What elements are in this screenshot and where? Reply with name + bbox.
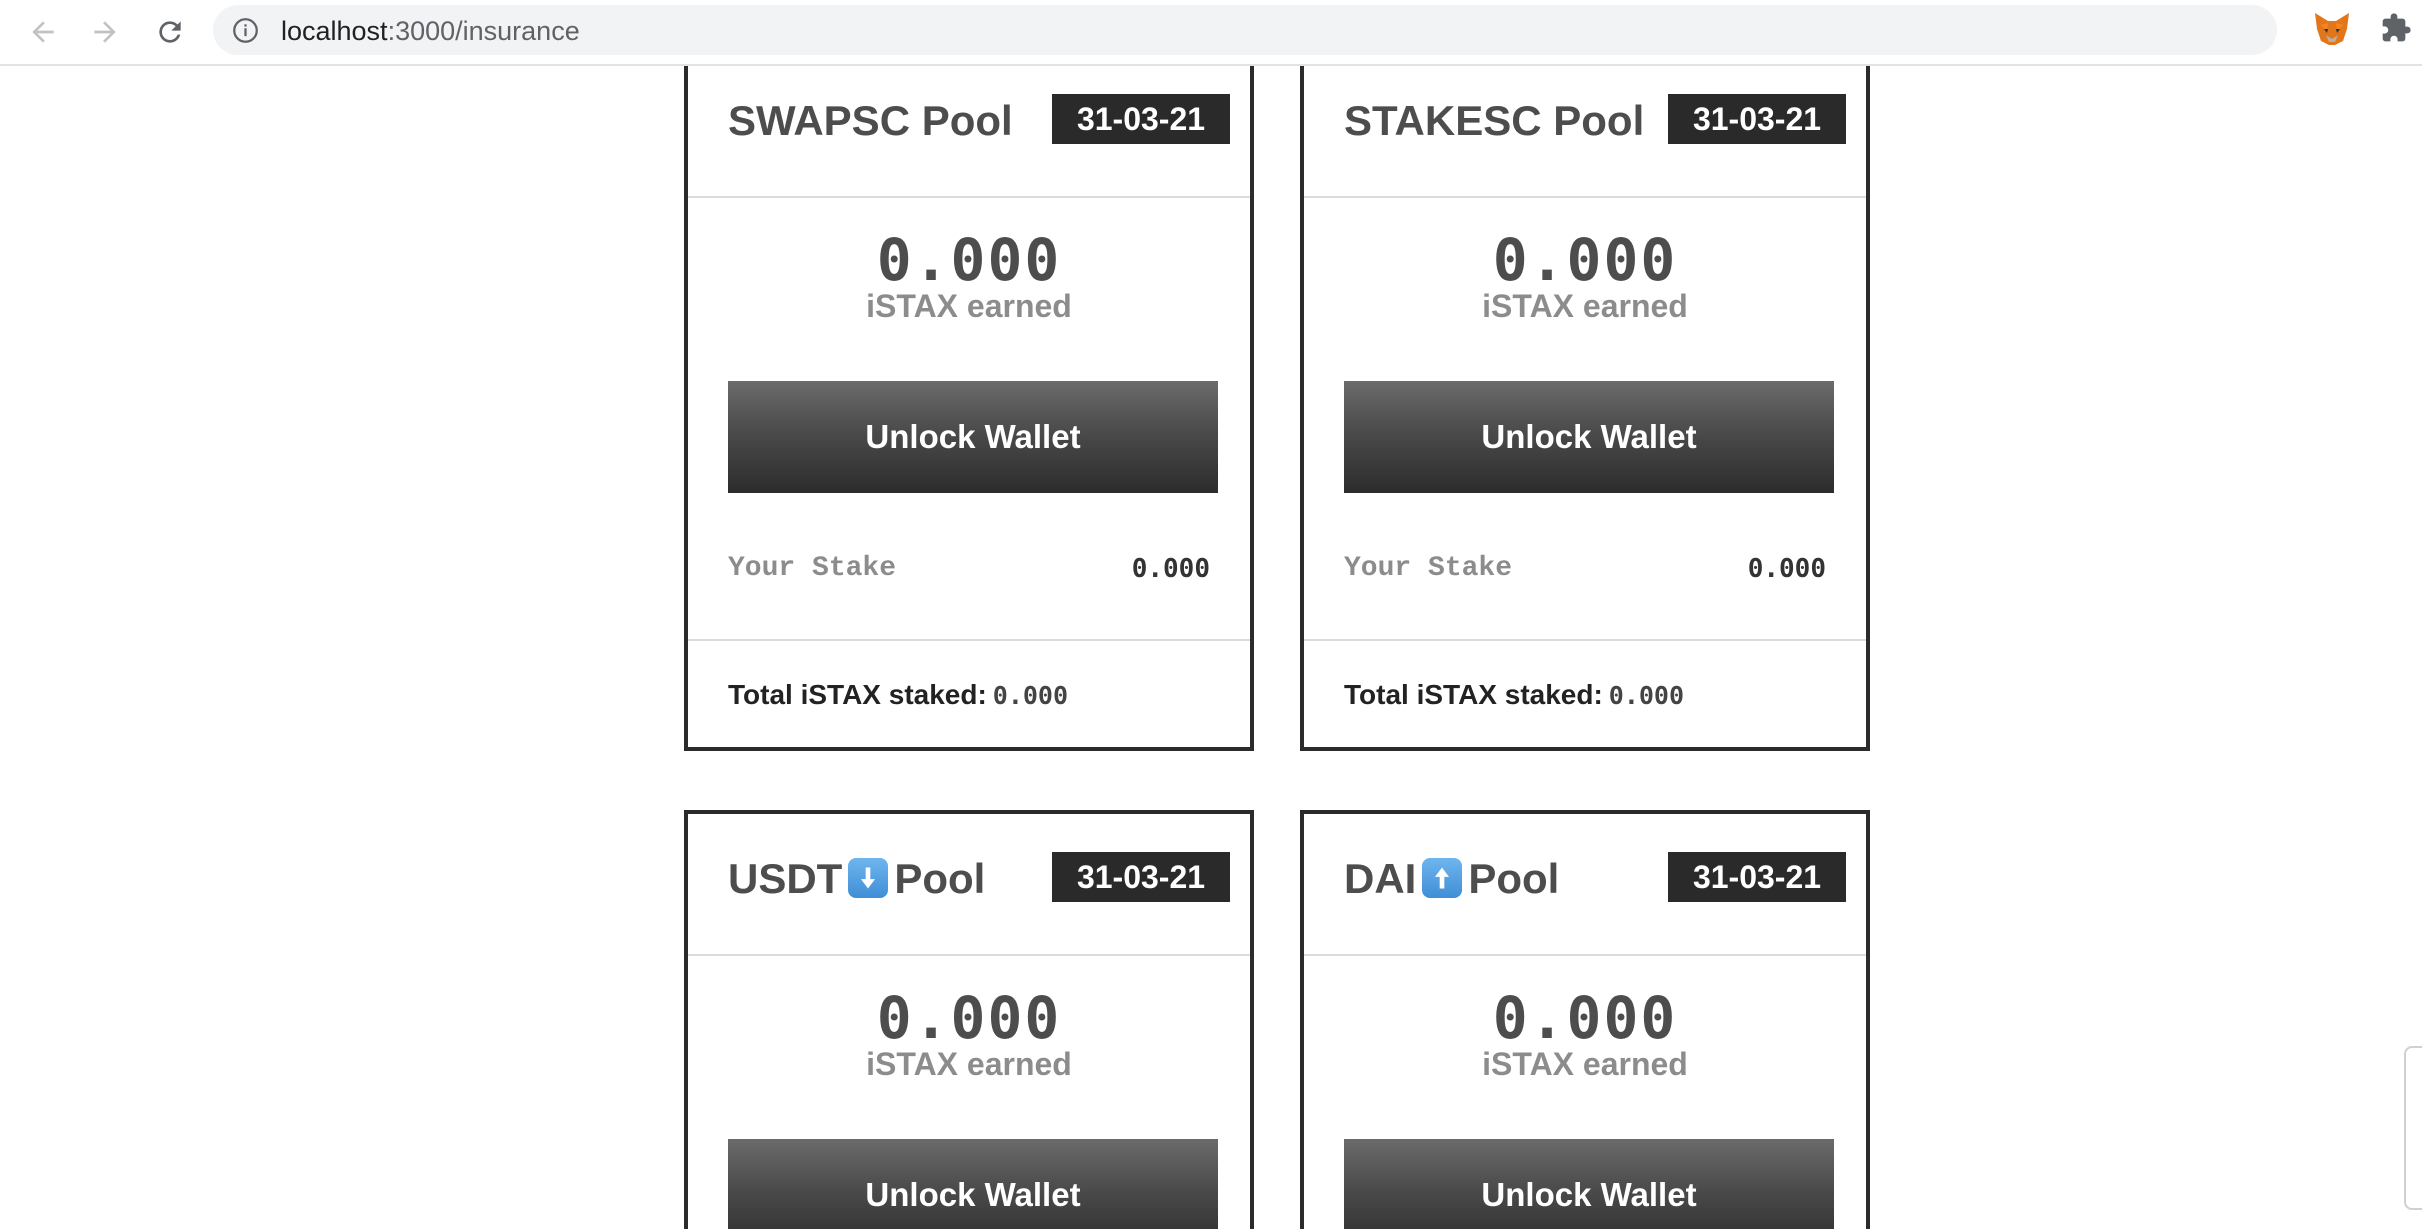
pool-title: SWAPSC Pool	[728, 97, 1013, 145]
pool-suffix: Pool	[1553, 97, 1645, 144]
earned-label: iSTAX earned	[866, 1046, 1072, 1082]
total-staked-label: Total iSTAX staked:	[728, 679, 987, 710]
pool-card-header: SWAPSC Pool 31-03-21	[688, 66, 1250, 198]
your-stake-row: Your Stake 0.000	[1304, 493, 1866, 641]
total-staked-value: 0.000	[1608, 681, 1685, 710]
earned-value: 0.000	[876, 984, 1062, 1052]
reload-button[interactable]	[147, 9, 193, 55]
your-stake-row: Your Stake 0.000	[688, 493, 1250, 641]
date-badge: 31-03-21	[1668, 852, 1846, 902]
unlock-wallet-button[interactable]: Unlock Wallet	[1344, 381, 1834, 493]
earned-label: iSTAX earned	[1482, 288, 1688, 324]
date-badge: 31-03-21	[1052, 94, 1230, 144]
your-stake-label: Your Stake	[1344, 553, 1513, 584]
pool-card-swapsc: SWAPSC Pool 31-03-21 0.000 iSTAX earned …	[684, 66, 1254, 751]
total-staked-value: 0.000	[992, 681, 1069, 710]
pool-title: USDT Pool	[728, 855, 985, 903]
pool-name: DAI	[1344, 855, 1417, 902]
back-button[interactable]	[20, 9, 66, 55]
pool-suffix: Pool	[921, 97, 1013, 144]
pool-card-usdt: USDT Pool 31-03-21 0.000 iSTAX earned Unl…	[684, 810, 1254, 1229]
pool-title: DAI Pool	[1344, 855, 1559, 903]
unlock-wallet-button[interactable]: Unlock Wallet	[728, 1139, 1218, 1229]
your-stake-value: 0.000	[1747, 554, 1826, 584]
back-arrow-icon	[32, 21, 54, 43]
earned-value: 0.000	[1492, 226, 1678, 294]
forward-button[interactable]	[82, 9, 128, 55]
page-viewport: SWAPSC Pool 31-03-21 0.000 iSTAX earned …	[0, 66, 2422, 1229]
total-staked: Total iSTAX staked: 0.000	[1344, 679, 1684, 711]
date-badge: 31-03-21	[1052, 852, 1230, 902]
pool-name: SWAPSC	[728, 97, 911, 144]
address-bar[interactable]: localhost:3000/insurance	[213, 5, 2277, 55]
total-staked: Total iSTAX staked: 0.000	[728, 679, 1068, 711]
pool-name: USDT	[728, 855, 843, 902]
total-staked-row: Total iSTAX staked: 0.000	[688, 641, 1250, 747]
down-arrow-icon	[848, 858, 889, 898]
pool-card-header: STAKESC Pool 31-03-21	[1304, 66, 1866, 198]
url-text[interactable]: localhost:3000/insurance	[281, 16, 580, 47]
metamask-fox-icon[interactable]	[2313, 11, 2351, 47]
unlock-wallet-button[interactable]: Unlock Wallet	[1344, 1139, 1834, 1229]
forward-arrow-icon	[94, 21, 116, 43]
pool-card-header: USDT Pool 31-03-21	[688, 814, 1250, 956]
earned-value: 0.000	[1492, 984, 1678, 1052]
up-arrow-icon	[1422, 858, 1463, 898]
pool-name: STAKESC	[1344, 97, 1542, 144]
earned-label: iSTAX earned	[866, 288, 1072, 324]
pool-suffix: Pool	[894, 855, 986, 902]
extensions-puzzle-icon[interactable]	[2380, 12, 2412, 44]
pool-suffix: Pool	[1468, 855, 1560, 902]
pool-title: STAKESC Pool	[1344, 97, 1644, 145]
pool-card-dai: DAI Pool 31-03-21 0.000 iSTAX earned Unlo…	[1300, 810, 1870, 1229]
info-icon[interactable]	[232, 17, 259, 44]
url-host: localhost	[281, 16, 388, 46]
earned-value: 0.000	[876, 226, 1062, 294]
total-staked-row: Total iSTAX staked: 0.000	[1304, 641, 1866, 747]
reload-icon	[159, 21, 181, 43]
pool-card-header: DAI Pool 31-03-21	[1304, 814, 1866, 956]
side-widget-edge[interactable]	[2404, 1046, 2422, 1210]
browser-toolbar: localhost:3000/insurance	[0, 0, 2422, 66]
your-stake-value: 0.000	[1131, 554, 1210, 584]
pool-card-stakesc: STAKESC Pool 31-03-21 0.000 iSTAX earned…	[1300, 66, 1870, 751]
date-badge: 31-03-21	[1668, 94, 1846, 144]
url-path: :3000/insurance	[387, 16, 580, 46]
earned-label: iSTAX earned	[1482, 1046, 1688, 1082]
unlock-wallet-button[interactable]: Unlock Wallet	[728, 381, 1218, 493]
total-staked-label: Total iSTAX staked:	[1344, 679, 1603, 710]
your-stake-label: Your Stake	[728, 553, 897, 584]
